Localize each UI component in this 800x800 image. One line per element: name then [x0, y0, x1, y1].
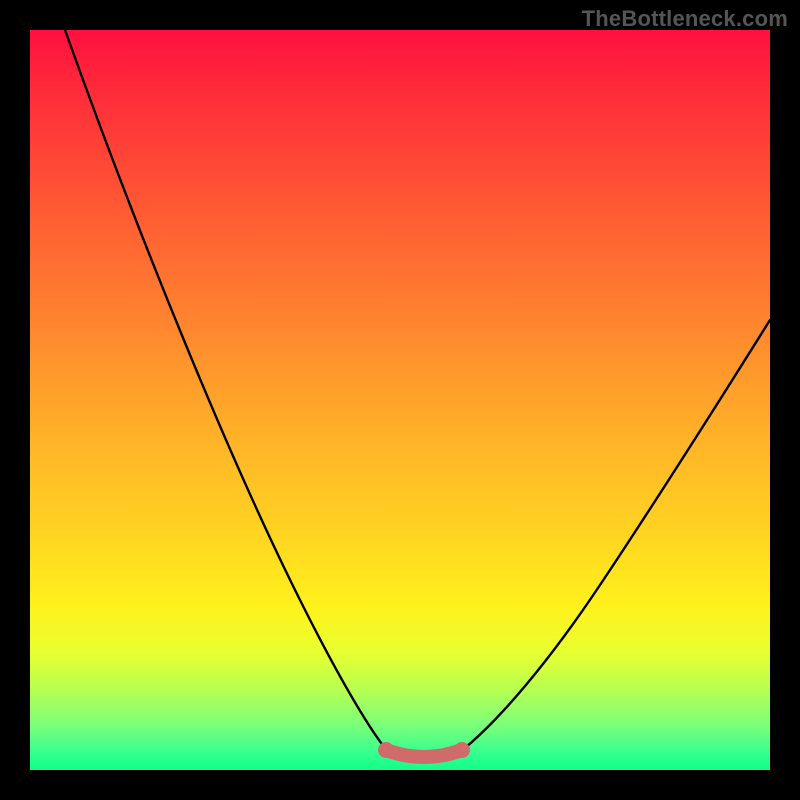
valley-marker-right-cap: [454, 742, 470, 758]
plot-area: [30, 30, 770, 770]
curve-layer: [30, 30, 770, 770]
chart-frame: TheBottleneck.com: [0, 0, 800, 800]
curve-left-branch: [65, 30, 388, 752]
valley-marker: [386, 750, 462, 757]
curve-right-branch: [460, 320, 770, 752]
watermark-text: TheBottleneck.com: [582, 6, 788, 32]
valley-marker-left-cap: [378, 742, 394, 758]
